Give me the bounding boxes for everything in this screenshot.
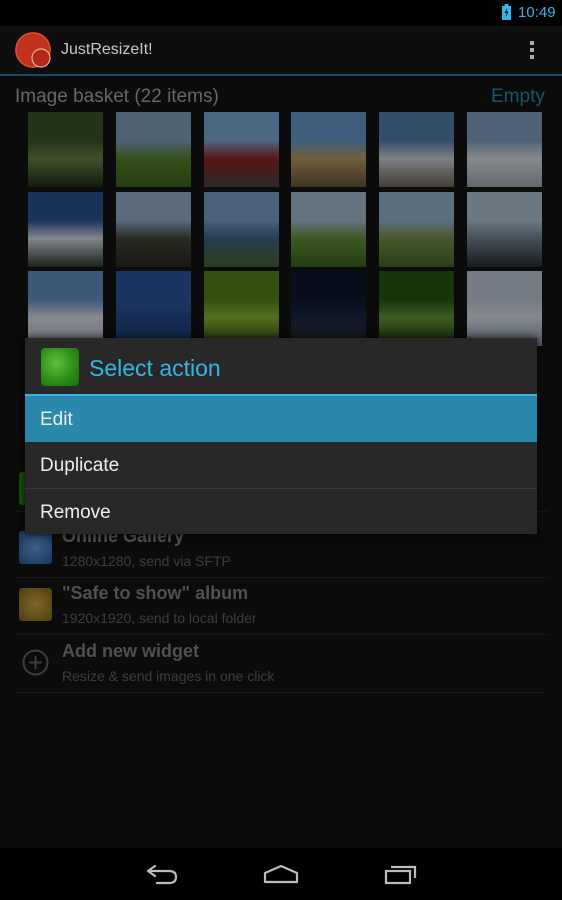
- app-title: JustResizeIt!: [61, 41, 153, 58]
- navigation-bar: [0, 848, 562, 900]
- action-bar: JustResizeIt!: [0, 26, 562, 76]
- home-icon[interactable]: [262, 864, 300, 884]
- menu-item-label: Remove: [40, 502, 111, 523]
- menu-item-remove[interactable]: Remove: [25, 488, 537, 535]
- app-logo-icon[interactable]: [14, 31, 52, 69]
- back-icon[interactable]: [145, 864, 179, 886]
- recent-apps-icon[interactable]: [384, 863, 418, 885]
- battery-icon: [502, 4, 511, 20]
- action-dialog-icon: [41, 348, 79, 386]
- dialog-title: Select action: [89, 355, 221, 381]
- overflow-menu-icon[interactable]: [526, 38, 538, 62]
- status-bar: 10:49: [0, 0, 562, 26]
- clock: 10:49: [518, 4, 556, 21]
- menu-item-label: Edit: [40, 409, 73, 430]
- menu-item-label: Duplicate: [40, 455, 120, 476]
- menu-item-edit[interactable]: Edit: [25, 396, 537, 442]
- select-action-dialog: Select action Edit Duplicate Remove: [25, 338, 537, 534]
- menu-item-duplicate[interactable]: Duplicate: [25, 442, 537, 488]
